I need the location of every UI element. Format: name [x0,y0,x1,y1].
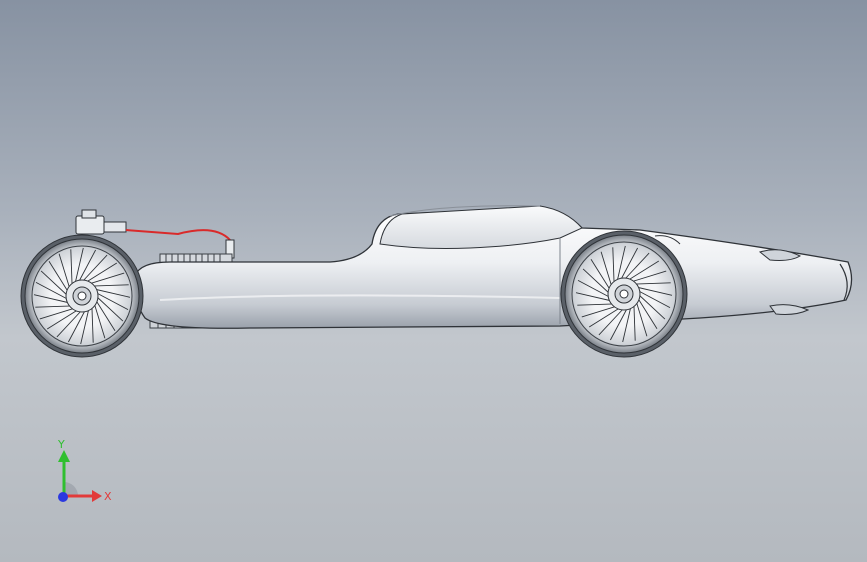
car-body[interactable] [133,205,853,329]
z-axis-dot [58,492,68,502]
front-wheel[interactable] [560,230,688,358]
coordinate-triad: Y X [57,438,112,503]
rear-wheel[interactable] [20,234,144,358]
y-axis-arrowhead [58,450,70,462]
x-axis-arrowhead [92,490,102,502]
y-axis-label: Y [57,438,65,451]
cad-viewport[interactable] [0,0,867,562]
brake-line [125,229,231,241]
x-axis-label: X [104,490,112,503]
